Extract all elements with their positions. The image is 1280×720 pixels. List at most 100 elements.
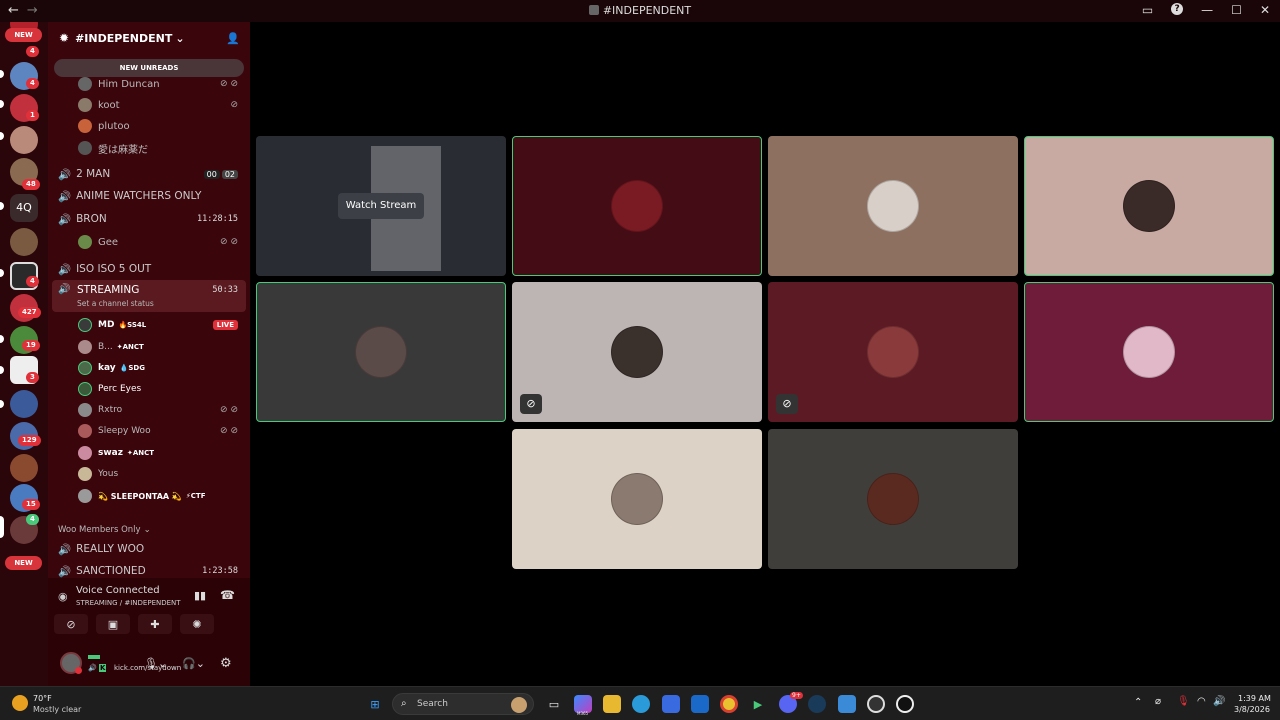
obs-icon[interactable] [896, 695, 914, 713]
voice-channel-streaming[interactable]: 🔊 STREAMING 50:33 Set a channel status [52, 280, 246, 312]
help-icon[interactable]: ? [1171, 3, 1184, 15]
stream-app-icon[interactable]: ▶ [749, 695, 767, 713]
voice-user[interactable]: plutoo [48, 118, 250, 134]
participant-tile[interactable]: ⊘ [768, 282, 1018, 422]
avatar [78, 340, 92, 354]
voice-user[interactable]: 愛は麻薬だ [48, 140, 250, 156]
speaker-icon: 🔊 [58, 543, 72, 556]
participant-tile[interactable]: ⊘ [512, 282, 762, 422]
volume-icon[interactable]: 🔊 [1213, 696, 1225, 707]
avatar [78, 361, 92, 375]
edge-icon[interactable] [632, 695, 650, 713]
new-pill[interactable]: NEW [5, 556, 42, 570]
voice-user[interactable]: Him Duncan ⊘ ⊘ [48, 76, 250, 92]
voice-user[interactable]: Sleepy Woo ⊘ ⊘ [48, 423, 250, 439]
weather-status[interactable]: Mostly clear [33, 705, 81, 714]
participant-tile[interactable] [512, 136, 762, 276]
inbox-icon[interactable]: ▭ [1142, 3, 1153, 17]
clock-date[interactable]: 3/8/2026 [1234, 705, 1270, 714]
new-unreads-banner[interactable]: NEW UNREADS [54, 59, 244, 77]
voice-channel-iso[interactable]: 🔊 ISO ISO 5 OUT [48, 261, 250, 277]
participant-tile[interactable] [1024, 282, 1274, 422]
participant-tile[interactable] [256, 282, 506, 422]
maximize-button[interactable]: ☐ [1231, 3, 1242, 17]
user-name: Sleepy Woo [98, 426, 151, 436]
noise-suppression-icon[interactable]: ▮▮ [194, 589, 206, 602]
taskbar-search[interactable]: ⌕ Search [392, 693, 534, 715]
disconnect-icon[interactable]: ☎ [220, 588, 235, 602]
voice-user[interactable]: Gee ⊘ ⊘ [48, 234, 250, 250]
unread-dot [0, 366, 4, 374]
chevron-down-icon: ⌄ [175, 31, 185, 45]
participant-tile[interactable] [512, 429, 762, 569]
show-hidden-icons[interactable]: ⌃ [1134, 697, 1142, 708]
store-icon[interactable] [662, 695, 680, 713]
close-button[interactable]: ✕ [1260, 3, 1270, 17]
signal-icon[interactable]: ◉ [58, 590, 68, 603]
network-off-icon[interactable]: ⌀ [1155, 696, 1161, 707]
voice-user[interactable]: Perc Eyes [48, 381, 250, 397]
speaker-icon: 🔊 [58, 213, 72, 226]
voice-user[interactable]: 💫 SLEEPONTAA 💫 ⚡CTF [48, 488, 250, 504]
participant-tile[interactable] [1024, 136, 1274, 276]
voice-user[interactable]: MD 🔥SS4L LIVE [48, 317, 250, 333]
task-view-icon[interactable]: ▭ [545, 695, 563, 713]
status-dot [75, 667, 82, 674]
participant-tile[interactable] [768, 429, 1018, 569]
steam-icon[interactable] [808, 695, 826, 713]
username-bar [88, 655, 100, 659]
server-header[interactable]: ✹ #INDEPENDENT ⌄ 👤 [48, 22, 250, 54]
unread-dot [0, 100, 4, 108]
settings-gear-icon[interactable]: ⚙ [220, 656, 232, 671]
server-badge: 4 [26, 78, 39, 89]
avatar [611, 180, 663, 232]
server-icon[interactable] [10, 454, 38, 482]
voice-channel-really-woo[interactable]: 🔊 REALLY WOO [48, 541, 250, 557]
tag-icon: 🔥 [118, 321, 128, 329]
voice-user[interactable]: swaz ✦ANCT [48, 445, 250, 461]
server-icon[interactable] [10, 390, 38, 418]
outlook-icon[interactable] [691, 695, 709, 713]
category-header[interactable]: Woo Members Only ⌄ [48, 523, 250, 537]
server-icon[interactable] [10, 126, 38, 154]
camera-button[interactable]: ⊘ [54, 614, 88, 634]
avatar [78, 141, 92, 155]
headphones-icon[interactable]: 🎧⌄ [182, 657, 205, 670]
weather-icon[interactable] [12, 695, 28, 711]
soundboard-button[interactable]: ✺ [180, 614, 214, 634]
microphone-icon[interactable]: 🎙⌄ [144, 657, 167, 670]
voice-user[interactable]: Rxtro ⊘ ⊘ [48, 402, 250, 418]
activities-button[interactable]: ✚ [138, 614, 172, 634]
voice-user[interactable]: B... ✦ANCT [48, 339, 250, 355]
channel-status[interactable]: Set a channel status [77, 299, 154, 308]
chrome-icon[interactable] [720, 695, 738, 713]
participant-tile[interactable] [768, 136, 1018, 276]
stream-tile[interactable]: Watch Stream [256, 136, 506, 276]
voice-user[interactable]: kay 💧SDG [48, 360, 250, 376]
watch-stream-button[interactable]: Watch Stream [338, 193, 424, 219]
add-user-icon[interactable]: 👤 [226, 32, 240, 45]
voice-location[interactable]: STREAMING / #INDEPENDENT [76, 599, 181, 607]
channel-timer: 50:33 [212, 285, 238, 295]
weather-temp[interactable]: 70°F [33, 694, 52, 703]
microphone-tray-icon[interactable]: 🎙 [1177, 696, 1190, 707]
photos-icon[interactable] [838, 695, 856, 713]
voice-channel-2-man[interactable]: 🔊 2 MAN 00 02 [48, 166, 250, 182]
server-badge: 427 [18, 307, 41, 318]
screenshare-button[interactable]: ▣ [96, 614, 130, 634]
app-icon[interactable] [867, 695, 885, 713]
minimize-button[interactable]: — [1201, 3, 1213, 17]
new-pill[interactable]: NEW [5, 28, 42, 42]
clock-time[interactable]: 1:39 AM [1238, 694, 1271, 703]
windows-start-icon[interactable]: ⊞ [366, 695, 384, 713]
voice-channel-anime[interactable]: 🔊 ANIME WATCHERS ONLY [48, 188, 250, 204]
wifi-icon[interactable]: ◠ [1197, 696, 1206, 707]
voice-user[interactable]: Yous [48, 466, 250, 482]
server-icon-4q[interactable]: 4Q [10, 194, 38, 222]
channel-name: ISO ISO 5 OUT [76, 263, 152, 275]
server-icon[interactable] [10, 228, 38, 256]
file-explorer-icon[interactable] [603, 695, 621, 713]
voice-channel-bron[interactable]: 🔊 BRON 11:28:15 [48, 211, 250, 227]
voice-user[interactable]: koot ⊘ [48, 97, 250, 113]
voice-channel-sanctioned[interactable]: 🔊 SANCTIONED 1:23:58 [48, 563, 250, 579]
